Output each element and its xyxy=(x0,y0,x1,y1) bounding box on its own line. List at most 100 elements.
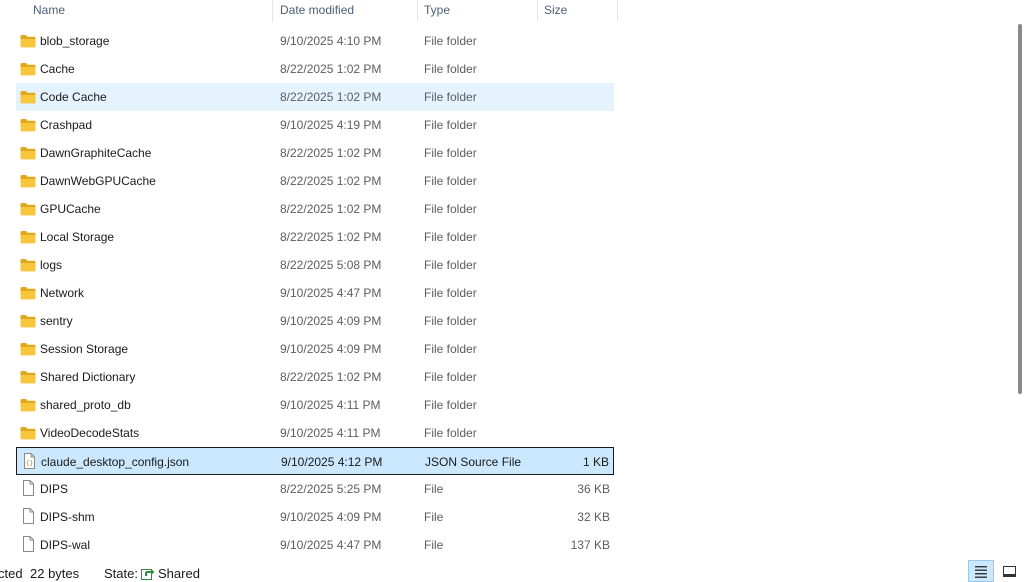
file-type: File xyxy=(424,482,444,496)
file-type: JSON Source File xyxy=(425,455,522,469)
file-name: DawnWebGPUCache xyxy=(40,174,156,188)
folder-icon xyxy=(20,118,36,132)
file-row[interactable]: Crashpad 9/10/2025 4:19 PM File folder xyxy=(16,111,614,139)
file-date-modified: 8/22/2025 1:02 PM xyxy=(280,146,382,160)
folder-icon xyxy=(20,146,36,160)
file-type: File folder xyxy=(424,62,477,76)
file-type: File folder xyxy=(424,174,477,188)
file-row[interactable]: DawnGraphiteCache 8/22/2025 1:02 PM File f… xyxy=(16,139,614,167)
file-name: Code Cache xyxy=(40,90,107,104)
file-name: VideoDecodeStats xyxy=(40,426,140,440)
file-row[interactable]: DawnWebGPUCache 8/22/2025 1:02 PM File fol… xyxy=(16,167,614,195)
file-date-modified: 9/10/2025 4:09 PM xyxy=(280,314,382,328)
file-row[interactable]: DIPS 8/22/2025 5:25 PM File 36 KB xyxy=(16,475,614,503)
file-date-modified: 9/10/2025 4:12 PM xyxy=(281,455,383,469)
file-name: Cache xyxy=(40,62,75,76)
folder-icon xyxy=(20,202,36,216)
file-row[interactable]: GPUCache 8/22/2025 1:02 PM File folder xyxy=(16,195,614,223)
file-size: 137 KB xyxy=(570,538,610,552)
file-date-modified: 9/10/2025 4:19 PM xyxy=(280,118,382,132)
file-type: File folder xyxy=(424,398,477,412)
shared-icon xyxy=(141,569,155,580)
file-name: DawnGraphiteCache xyxy=(40,146,152,160)
file-name: DIPS-shm xyxy=(40,510,95,524)
file-type: File folder xyxy=(424,286,477,300)
status-selected-size: 22 bytes xyxy=(30,566,80,581)
column-header-date-modified[interactable]: Date modified xyxy=(274,0,418,22)
file-name: GPUCache xyxy=(40,202,101,216)
file-date-modified: 9/10/2025 4:47 PM xyxy=(280,538,382,552)
status-state-label: State: xyxy=(104,566,138,581)
file-date-modified: 8/22/2025 5:08 PM xyxy=(280,258,382,272)
file-name: Session Storage xyxy=(40,342,129,356)
file-type: File folder xyxy=(424,258,477,272)
folder-icon xyxy=(20,34,36,48)
file-type: File xyxy=(424,538,444,552)
folder-icon xyxy=(20,62,36,76)
file-type: File folder xyxy=(424,90,477,104)
folder-icon xyxy=(20,258,36,272)
folder-icon xyxy=(20,90,36,104)
file-row[interactable]: shared_proto_db 9/10/2025 4:11 PM File fol… xyxy=(16,391,614,419)
file-row[interactable]: DIPS-shm 9/10/2025 4:09 PM File 32 KB xyxy=(16,503,614,531)
file-date-modified: 8/22/2025 5:25 PM xyxy=(280,482,382,496)
file-name: shared_proto_db xyxy=(40,398,131,412)
status-state-value: Shared xyxy=(158,566,200,581)
file-row[interactable]: Session Storage 9/10/2025 4:09 PM File fol… xyxy=(16,335,614,363)
file-row[interactable]: VideoDecodeStats 9/10/2025 4:11 PM File fo… xyxy=(16,419,614,447)
file-size: 32 KB xyxy=(577,510,610,524)
file-date-modified: 9/10/2025 4:09 PM xyxy=(280,510,382,524)
vertical-scrollbar[interactable] xyxy=(1016,0,1024,556)
file-row[interactable]: Code Cache 8/22/2025 1:02 PM File folder xyxy=(16,83,614,111)
file-date-modified: 8/22/2025 1:02 PM xyxy=(280,90,382,104)
column-header-name[interactable]: Name xyxy=(27,0,273,22)
folder-icon xyxy=(20,342,36,356)
file-icon xyxy=(20,536,36,552)
folder-icon xyxy=(20,174,36,188)
column-header-type[interactable]: Type xyxy=(418,0,538,22)
json-file-icon: {} xyxy=(21,453,37,469)
file-row[interactable]: Local Storage 8/22/2025 1:02 PM File folde… xyxy=(16,223,614,251)
tiles-view-icon xyxy=(1003,566,1016,577)
folder-icon xyxy=(20,426,36,440)
file-date-modified: 8/22/2025 1:02 PM xyxy=(280,174,382,188)
folder-icon xyxy=(20,286,36,300)
file-row[interactable]: Network 9/10/2025 4:47 PM File folder xyxy=(16,279,614,307)
column-header-size[interactable]: Size xyxy=(538,0,618,22)
status-selected-count: cted xyxy=(0,566,23,581)
file-name: Shared Dictionary xyxy=(40,370,136,384)
file-date-modified: 9/10/2025 4:11 PM xyxy=(280,398,381,412)
file-row[interactable]: logs 8/22/2025 5:08 PM File folder xyxy=(16,251,614,279)
file-date-modified: 9/10/2025 4:47 PM xyxy=(280,286,382,300)
file-name: DIPS xyxy=(40,482,69,496)
file-row[interactable]: Cache 8/22/2025 1:02 PM File folder xyxy=(16,55,614,83)
file-date-modified: 9/10/2025 4:09 PM xyxy=(280,342,382,356)
file-row[interactable]: {} claude_desktop_config.json 9/10/2025 4:… xyxy=(16,447,614,475)
file-name: logs xyxy=(40,258,63,272)
file-name: Crashpad xyxy=(40,118,93,132)
file-name: DIPS-wal xyxy=(40,538,91,552)
file-type: File folder xyxy=(424,202,477,216)
folder-icon xyxy=(20,398,36,412)
folder-icon xyxy=(20,314,36,328)
file-date-modified: 8/22/2025 1:02 PM xyxy=(280,230,382,244)
file-row[interactable]: Shared Dictionary 8/22/2025 1:02 PM File f… xyxy=(16,363,614,391)
file-name: sentry xyxy=(40,314,73,328)
details-view-icon xyxy=(975,566,987,578)
file-icon xyxy=(20,480,36,496)
file-date-modified: 8/22/2025 1:02 PM xyxy=(280,370,382,384)
file-date-modified: 8/22/2025 1:02 PM xyxy=(280,202,382,216)
tiles-view-button[interactable] xyxy=(997,560,1023,582)
details-view-button[interactable] xyxy=(968,560,994,582)
file-type: File folder xyxy=(424,314,477,328)
file-type: File folder xyxy=(424,34,477,48)
file-type: File xyxy=(424,510,444,524)
file-row[interactable]: sentry 9/10/2025 4:09 PM File folder xyxy=(16,307,614,335)
file-date-modified: 9/10/2025 4:10 PM xyxy=(280,34,382,48)
file-row[interactable]: blob_storage 9/10/2025 4:10 PM File folder xyxy=(16,27,614,55)
file-name: Local Storage xyxy=(40,230,115,244)
file-row[interactable]: DIPS-wal 9/10/2025 4:47 PM File 137 KB xyxy=(16,531,614,559)
scrollbar-thumb[interactable] xyxy=(1018,24,1022,394)
file-icon xyxy=(20,508,36,524)
file-type: File folder xyxy=(424,230,477,244)
